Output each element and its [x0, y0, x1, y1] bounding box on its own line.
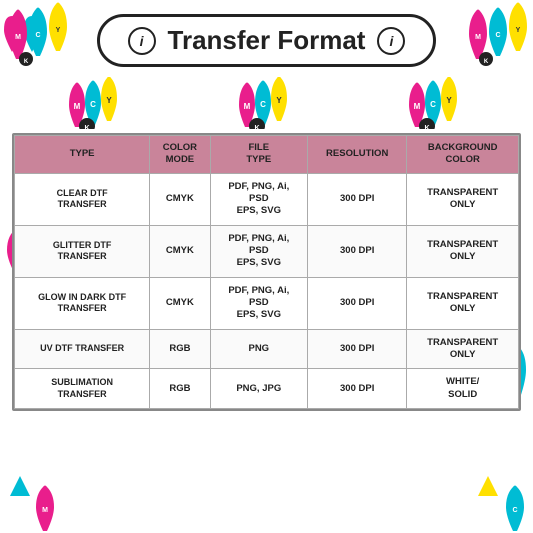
col-header-color-mode: COLORMODE [150, 136, 210, 174]
cell-type-1: CLEAR DTFTRANSFER [15, 173, 150, 225]
table-row: GLOW IN DARK DTFTRANSFER CMYK PDF, PNG, … [15, 277, 519, 329]
cell-file-type-5: PNG, JPG [210, 369, 307, 409]
table-row: CLEAR DTFTRANSFER CMYK PDF, PNG, Ai,PSDE… [15, 173, 519, 225]
main-content: i Transfer Format i M C Y K M C Y K [0, 0, 533, 533]
svg-text:M: M [244, 102, 251, 111]
col-header-background-color: BACKGROUNDCOLOR [407, 136, 519, 174]
info-icon-right: i [377, 27, 405, 55]
data-table: TYPE COLORMODE FILETYPE RESOLUTION BACKG… [14, 135, 519, 409]
cell-type-4: UV DTF TRANSFER [15, 329, 150, 369]
svg-text:C: C [430, 100, 436, 109]
table-row: UV DTF TRANSFER RGB PNG 300 DPI TRANSPAR… [15, 329, 519, 369]
svg-text:K: K [254, 125, 259, 129]
svg-text:C: C [90, 100, 96, 109]
cell-resolution-1: 300 DPI [308, 173, 407, 225]
col-header-file-type: FILETYPE [210, 136, 307, 174]
cell-file-type-2: PDF, PNG, Ai,PSDEPS, SVG [210, 225, 307, 277]
cell-file-type-4: PNG [210, 329, 307, 369]
cell-bg-color-2: TRANSPARENTONLY [407, 225, 519, 277]
cell-bg-color-3: TRANSPARENTONLY [407, 277, 519, 329]
col-header-resolution: RESOLUTION [308, 136, 407, 174]
decoration-drops-row: M C Y K M C Y K M C Y K [12, 77, 521, 129]
col-header-type: TYPE [15, 136, 150, 174]
table-row: GLITTER DTFTRANSFER CMYK PDF, PNG, Ai,PS… [15, 225, 519, 277]
cell-bg-color-1: TRANSPARENTONLY [407, 173, 519, 225]
cell-file-type-3: PDF, PNG, Ai,PSDEPS, SVG [210, 277, 307, 329]
drops-right: M C Y K [409, 77, 464, 129]
cell-color-mode-4: RGB [150, 329, 210, 369]
svg-text:M: M [74, 102, 81, 111]
svg-text:Y: Y [446, 96, 452, 105]
table-row: SUBLIMATIONTRANSFER RGB PNG, JPG 300 DPI… [15, 369, 519, 409]
cell-type-2: GLITTER DTFTRANSFER [15, 225, 150, 277]
svg-text:K: K [85, 125, 90, 129]
cell-color-mode-2: CMYK [150, 225, 210, 277]
svg-text:Y: Y [107, 96, 113, 105]
transfer-format-table: TYPE COLORMODE FILETYPE RESOLUTION BACKG… [12, 133, 521, 411]
cell-type-5: SUBLIMATIONTRANSFER [15, 369, 150, 409]
cell-type-3: GLOW IN DARK DTFTRANSFER [15, 277, 150, 329]
info-icon-left: i [128, 27, 156, 55]
svg-text:C: C [260, 100, 266, 109]
page-title: Transfer Format [168, 25, 366, 56]
cell-color-mode-5: RGB [150, 369, 210, 409]
svg-text:K: K [424, 125, 429, 129]
cell-file-type-1: PDF, PNG, Ai,PSDEPS, SVG [210, 173, 307, 225]
cell-resolution-3: 300 DPI [308, 277, 407, 329]
svg-text:Y: Y [276, 96, 282, 105]
cell-color-mode-1: CMYK [150, 173, 210, 225]
cell-resolution-4: 300 DPI [308, 329, 407, 369]
title-box: i Transfer Format i [97, 14, 437, 67]
drops-center: M C Y K [239, 77, 294, 129]
cell-color-mode-3: CMYK [150, 277, 210, 329]
svg-text:M: M [413, 102, 420, 111]
drops-left: M C Y K [69, 77, 124, 129]
cell-bg-color-4: TRANSPARENTONLY [407, 329, 519, 369]
table-header-row: TYPE COLORMODE FILETYPE RESOLUTION BACKG… [15, 136, 519, 174]
cell-bg-color-5: WHITE/SOLID [407, 369, 519, 409]
cell-resolution-5: 300 DPI [308, 369, 407, 409]
cell-resolution-2: 300 DPI [308, 225, 407, 277]
